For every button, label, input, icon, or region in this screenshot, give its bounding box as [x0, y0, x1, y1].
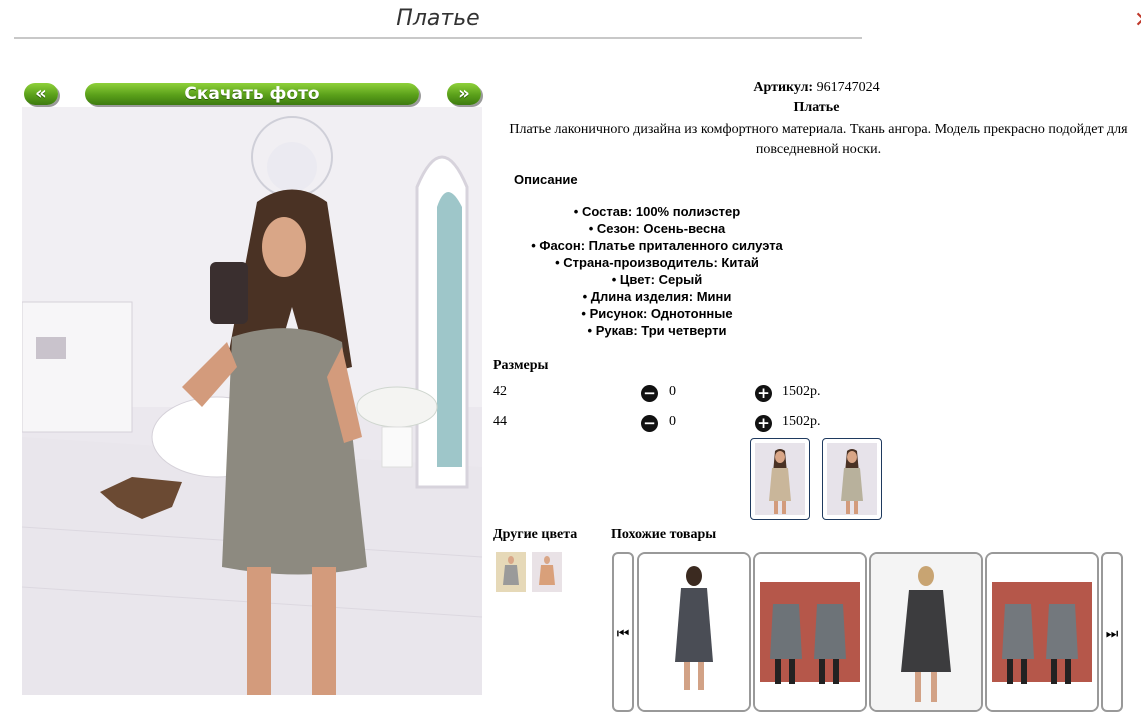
page-title: Платье [396, 6, 480, 31]
size-row: 42 − 0 + 1502р. [493, 384, 893, 404]
main-product-photo [22, 107, 482, 695]
article-value: 961747024 [816, 80, 880, 95]
similar-product-card[interactable] [869, 552, 983, 712]
plus-icon[interactable]: + [755, 385, 772, 402]
product-name: Платье [793, 100, 840, 115]
title-divider [14, 37, 862, 39]
size-value: 44 [493, 414, 507, 429]
minus-icon[interactable]: − [641, 385, 658, 402]
size-row: 44 − 0 + 1502р. [493, 414, 893, 434]
description-heading: Описание [514, 172, 578, 187]
quantity-value: 0 [669, 414, 676, 429]
minus-icon[interactable]: − [641, 415, 658, 432]
price-value: 1502р. [782, 384, 821, 399]
spec-item: Страна-производитель: Китай [492, 254, 822, 271]
carousel-next-glyph: ⏭ [1105, 626, 1119, 642]
quantity-value: 0 [669, 384, 676, 399]
carousel-next-icon[interactable]: ⏭ [1101, 552, 1123, 712]
photo-thumbnail[interactable] [750, 438, 810, 520]
spec-item: Длина изделия: Мини [492, 288, 822, 305]
similar-product-card[interactable] [637, 552, 751, 712]
spec-item: Рукав: Три четверти [492, 322, 822, 339]
close-icon[interactable]: ✕ [1134, 8, 1141, 34]
photo-thumbnail[interactable] [822, 438, 882, 520]
similar-product-card[interactable] [985, 552, 1099, 712]
similar-products-heading: Похожие товары [611, 527, 717, 542]
next-photo-button[interactable]: » [447, 83, 481, 105]
spec-item: Фасон: Платье приталенного силуэта [492, 237, 822, 254]
article-label: Артикул: [753, 80, 814, 95]
spec-item: Цвет: Серый [492, 271, 822, 288]
spec-list: Состав: 100% полиэстер Сезон: Осень-весн… [492, 203, 822, 339]
color-variant-thumbnail[interactable] [496, 552, 526, 592]
similar-product-card[interactable] [753, 552, 867, 712]
carousel-prev-icon[interactable]: ⏮ [612, 552, 634, 712]
prev-photo-button[interactable]: « [24, 83, 58, 105]
download-photo-button[interactable]: Скачать фото [85, 83, 419, 105]
spec-item: Сезон: Осень-весна [492, 220, 822, 237]
size-value: 42 [493, 384, 507, 399]
spec-item: Рисунок: Однотонные [492, 305, 822, 322]
other-colors-heading: Другие цвета [493, 527, 578, 542]
carousel-prev-glyph: ⏮ [616, 626, 630, 642]
spec-item: Состав: 100% полиэстер [492, 203, 822, 220]
price-value: 1502р. [782, 414, 821, 429]
product-description: Платье лаконичного дизайна из комфортног… [509, 122, 1128, 157]
sizes-heading: Размеры [493, 358, 549, 373]
plus-icon[interactable]: + [755, 415, 772, 432]
color-variant-thumbnail[interactable] [532, 552, 562, 592]
article-number: Артикул: 961747024 [492, 80, 1141, 96]
